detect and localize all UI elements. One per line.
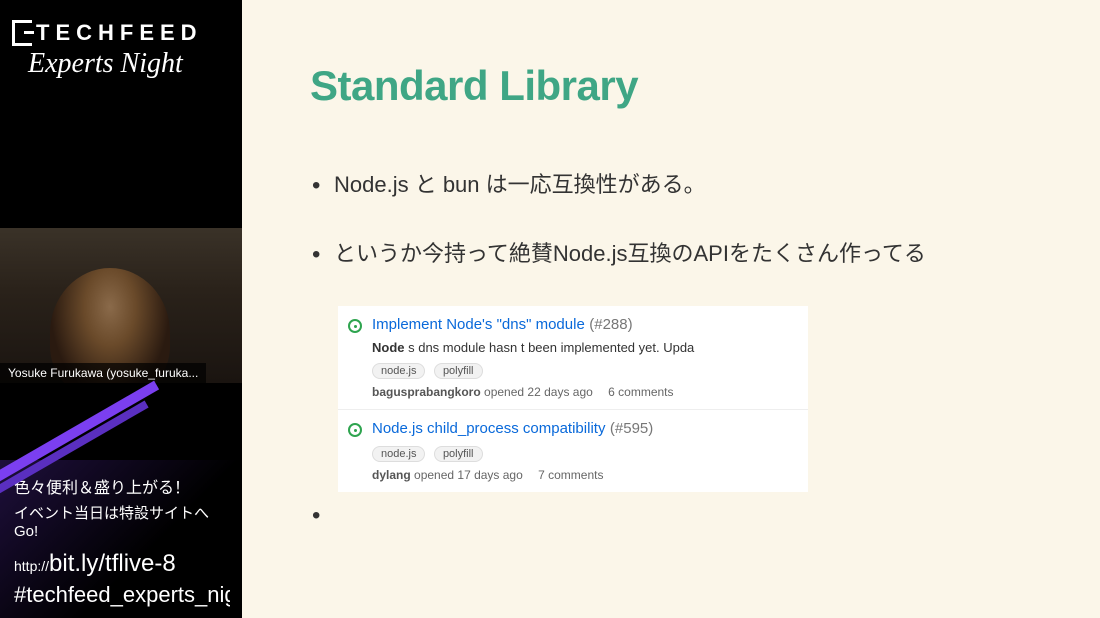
issue-desc-text: s dns module hasn t been implemented yet… — [405, 340, 695, 355]
techfeed-logo: TECHFEED — [12, 20, 232, 46]
promo-url-prefix: http:// — [14, 558, 49, 574]
issue-title-link[interactable]: Node.js child_process compatibility — [372, 420, 605, 437]
github-issue-row: Implement Node's "dns" module (#288) Nod… — [338, 306, 808, 409]
issue-author: dylang — [372, 468, 411, 482]
issue-tag[interactable]: node.js — [372, 446, 425, 462]
issue-title-link[interactable]: Implement Node's "dns" module — [372, 316, 585, 333]
promo-block: 色々便利＆盛り上がる！ イベント当日は特設サイトへGo! http://bit.… — [0, 460, 242, 618]
open-issue-icon — [348, 423, 362, 437]
issue-author: bagusprabangkoro — [372, 385, 481, 399]
speaker-webcam: Yosuke Furukawa (yosuke_furuka... — [0, 228, 242, 383]
bullet-list: Node.js と bun は一応互換性がある。 というか今持って絶賛Node.… — [310, 168, 1042, 270]
issue-number: (#595) — [610, 420, 653, 437]
issue-description: Node s dns module hasn t been implemente… — [372, 340, 796, 355]
bullet-item: というか今持って絶賛Node.js互換のAPIをたくさん作ってる — [310, 237, 1042, 270]
promo-line-2: イベント当日は特設サイトへGo! — [14, 502, 230, 540]
logo-subtitle: Experts Night — [28, 48, 232, 80]
promo-hashtag: #techfeed_experts_nigh — [14, 582, 230, 608]
promo-url-row: http://bit.ly/tflive-8 — [14, 550, 230, 578]
issue-opened: opened 22 days ago — [484, 385, 593, 399]
issue-tag[interactable]: node.js — [372, 363, 425, 379]
speaker-name-label: Yosuke Furukawa (yosuke_furuka... — [0, 363, 206, 383]
issue-tag[interactable]: polyfill — [434, 363, 483, 379]
issue-tag[interactable]: polyfill — [434, 446, 483, 462]
promo-line-1: 色々便利＆盛り上がる！ — [14, 474, 230, 498]
sidebar-panel: TECHFEED Experts Night Yosuke Furukawa (… — [0, 0, 242, 618]
issue-meta: dylang opened 17 days ago 7 comments — [372, 468, 796, 482]
issue-tags: node.js polyfill — [372, 444, 796, 462]
bullet-item: Node.js と bun は一応互換性がある。 — [310, 168, 1042, 201]
github-issues-block: Implement Node's "dns" module (#288) Nod… — [338, 306, 808, 492]
logo-mark-icon — [12, 20, 32, 46]
issue-opened: opened 17 days ago — [414, 468, 523, 482]
github-issue-row: Node.js child_process compatibility (#59… — [338, 409, 808, 492]
presentation-slide: Standard Library Node.js と bun は一応互換性がある… — [242, 0, 1100, 618]
promo-url: bit.ly/tflive-8 — [49, 550, 176, 577]
issue-comments: 7 comments — [538, 468, 603, 482]
issue-number: (#288) — [589, 316, 632, 333]
logo-block: TECHFEED Experts Night — [0, 0, 242, 90]
issue-desc-strong: Node — [372, 340, 405, 355]
issue-tags: node.js polyfill — [372, 361, 796, 379]
issue-comments: 6 comments — [608, 385, 673, 399]
slide-title: Standard Library — [310, 62, 1042, 110]
open-issue-icon — [348, 319, 362, 333]
logo-text: TECHFEED — [36, 20, 203, 46]
issue-meta: bagusprabangkoro opened 22 days ago 6 co… — [372, 385, 796, 399]
